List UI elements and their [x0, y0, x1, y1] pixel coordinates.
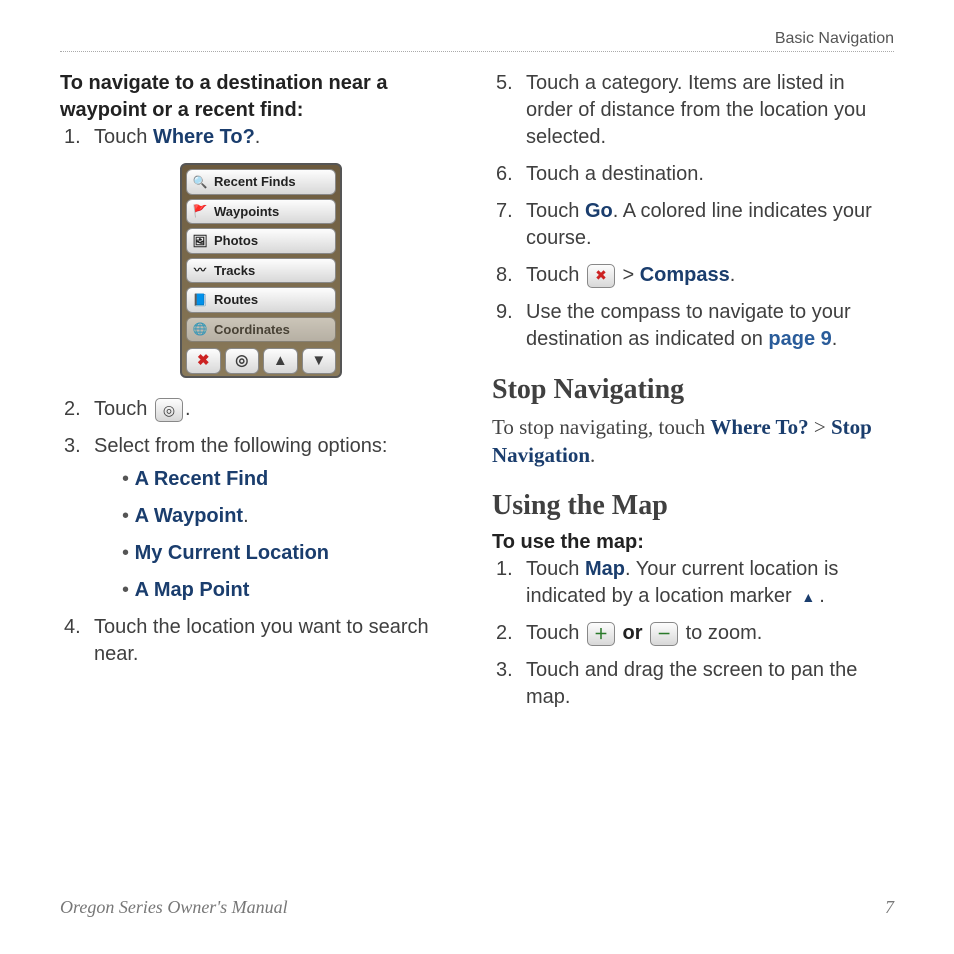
- target-icon: ◎: [225, 348, 260, 374]
- step-3: 3. Select from the following options: A …: [60, 433, 462, 604]
- globe-icon: 🌐: [191, 322, 209, 338]
- step-5: 5.Touch a category. Items are listed in …: [492, 70, 894, 151]
- close-icon: ✖: [186, 348, 221, 374]
- down-arrow-icon: ▼: [302, 348, 337, 374]
- option-map-point: A Map Point: [122, 577, 462, 604]
- left-column: To navigate to a destination near a wayp…: [60, 70, 462, 721]
- step2-pre: Touch: [94, 398, 153, 420]
- page-9-link[interactable]: page 9: [768, 328, 831, 350]
- footer-title: Oregon Series Owner's Manual: [60, 897, 288, 918]
- step-6: 6.Touch a destination.: [492, 161, 894, 188]
- device-item-tracks: 〰Tracks: [186, 258, 336, 284]
- map-step-2: 2. Touch ＋ or － to zoom.: [492, 620, 894, 647]
- picture-icon: 🖼: [191, 233, 209, 249]
- page-number: 7: [885, 897, 894, 918]
- step-1: 1. Touch Where To?.: [60, 124, 462, 151]
- option-current-location: My Current Location: [122, 540, 462, 567]
- location-marker-icon: ▲: [799, 588, 817, 606]
- target-button-icon: ◎: [155, 398, 183, 422]
- option-recent-find: A Recent Find: [122, 466, 462, 493]
- stop-navigating-text: To stop navigating, touch Where To? > St…: [492, 413, 894, 470]
- section-header: Basic Navigation: [60, 30, 894, 52]
- device-item-photos: 🖼Photos: [186, 228, 336, 254]
- device-toolbar: ✖ ◎ ▲ ▼: [186, 346, 336, 374]
- stop-navigating-heading: Stop Navigating: [492, 371, 894, 409]
- device-item-routes: 📘Routes: [186, 287, 336, 313]
- step1-post: .: [255, 126, 261, 148]
- device-item-coordinates: 🌐Coordinates: [186, 317, 336, 343]
- right-column: 5.Touch a category. Items are listed in …: [492, 70, 894, 721]
- device-screenshot: 🔍Recent Finds 🚩Waypoints 🖼Photos 〰Tracks…: [180, 163, 342, 378]
- tracks-icon: 〰: [191, 262, 209, 278]
- option-waypoint: A Waypoint.: [122, 503, 462, 530]
- step2-post: .: [185, 398, 191, 420]
- compass-link[interactable]: Compass: [640, 264, 730, 286]
- device-item-recent-finds: 🔍Recent Finds: [186, 169, 336, 195]
- to-use-map-heading: To use the map:: [492, 531, 644, 553]
- step3-text: Select from the following options:: [94, 435, 388, 457]
- where-to-link-2[interactable]: Where To?: [710, 415, 808, 439]
- map-step-3: 3.Touch and drag the screen to pan the m…: [492, 657, 894, 711]
- nav-heading: To navigate to a destination near a wayp…: [60, 72, 387, 121]
- zoom-in-icon: ＋: [587, 622, 615, 646]
- step-7: 7. Touch Go. A colored line indicates yo…: [492, 198, 894, 252]
- using-map-heading: Using the Map: [492, 487, 894, 525]
- where-to-link[interactable]: Where To?: [153, 126, 255, 148]
- close-button-icon: ✖: [587, 264, 615, 288]
- map-link[interactable]: Map: [585, 558, 625, 580]
- route-icon: 📘: [191, 292, 209, 308]
- step4-text: Touch the location you want to search ne…: [94, 616, 429, 665]
- map-step-1: 1. Touch Map. Your current location is i…: [492, 556, 894, 610]
- step-9: 9. Use the compass to navigate to your d…: [492, 299, 894, 353]
- zoom-out-icon: －: [650, 622, 678, 646]
- device-item-waypoints: 🚩Waypoints: [186, 199, 336, 225]
- step-4: 4. Touch the location you want to search…: [60, 614, 462, 668]
- go-link[interactable]: Go: [585, 200, 613, 222]
- step1-text: Touch: [94, 126, 153, 148]
- magnifier-icon: 🔍: [191, 174, 209, 190]
- up-arrow-icon: ▲: [263, 348, 298, 374]
- step-2: 2. Touch ◎.: [60, 396, 462, 423]
- step-8: 8. Touch ✖ > Compass.: [492, 262, 894, 289]
- flag-icon: 🚩: [191, 203, 209, 219]
